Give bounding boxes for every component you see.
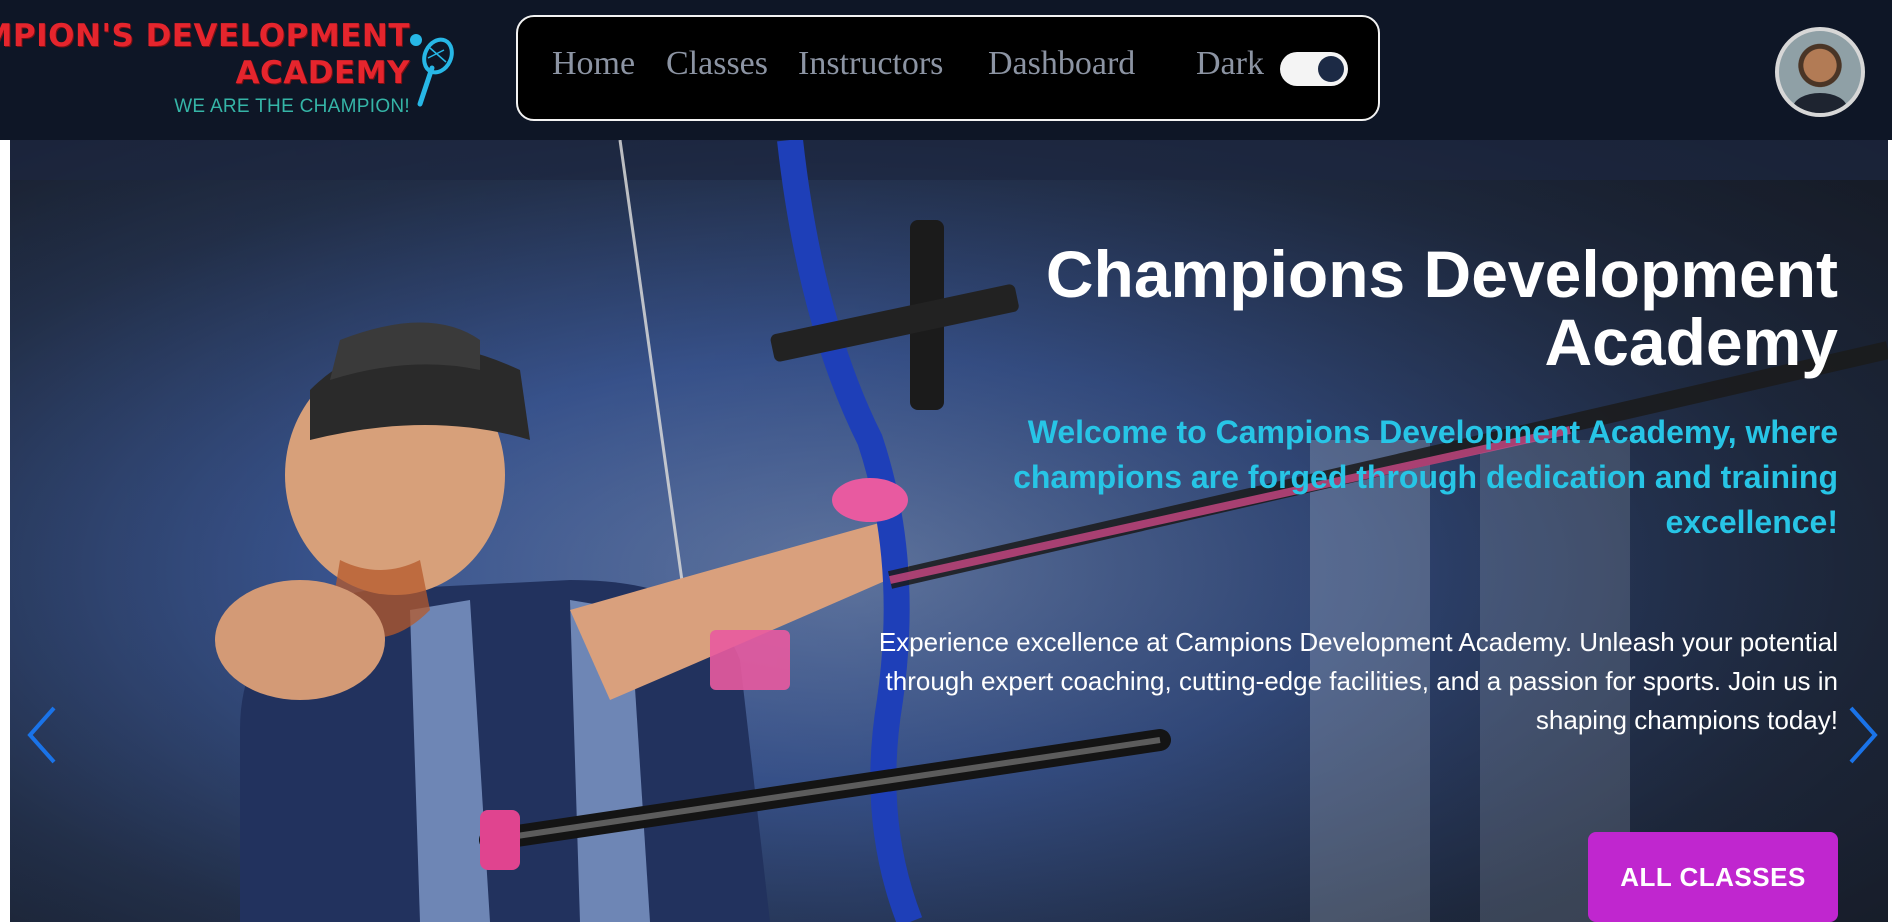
site-logo[interactable]: CHAMPION'S DEVELOPMENT ACADEMY WE ARE TH… (0, 18, 454, 123)
nav-home-link[interactable]: Home (552, 45, 635, 83)
hero-subtitle: Welcome to Campions Development Academy,… (1013, 414, 1838, 540)
all-classes-button[interactable]: ALL CLASSES (1588, 832, 1838, 922)
nav-classes-link[interactable]: Classes (666, 45, 768, 83)
hero-slider: Champions Development Academy Welcome to… (10, 140, 1888, 922)
logo-title-line2: ACADEMY (235, 55, 410, 91)
toggle-knob (1318, 56, 1344, 82)
user-avatar[interactable] (1775, 27, 1865, 117)
nav-instructors-link[interactable]: Instructors (798, 45, 943, 83)
tennis-racket-icon (410, 34, 454, 107)
avatar-shirt (1793, 93, 1847, 113)
dark-mode-toggle[interactable] (1280, 52, 1348, 86)
hero-title: Champions Development Academy (1045, 237, 1838, 379)
chevron-left-icon[interactable] (22, 700, 62, 770)
nav-dashboard-link[interactable]: Dashboard (988, 45, 1135, 83)
logo-tagline: WE ARE THE CHAMPION! (174, 96, 410, 117)
logo-title-line1: CHAMPION'S DEVELOPMENT (0, 18, 410, 54)
main-nav: Home Classes Instructors Dashboard Dark (516, 15, 1380, 121)
chevron-right-icon[interactable] (1843, 700, 1883, 770)
theme-toggle-label: Dark (1196, 45, 1264, 82)
hero-description: Experience excellence at Campions Develo… (878, 627, 1838, 735)
top-navbar: CHAMPION'S DEVELOPMENT ACADEMY WE ARE TH… (0, 0, 1892, 140)
